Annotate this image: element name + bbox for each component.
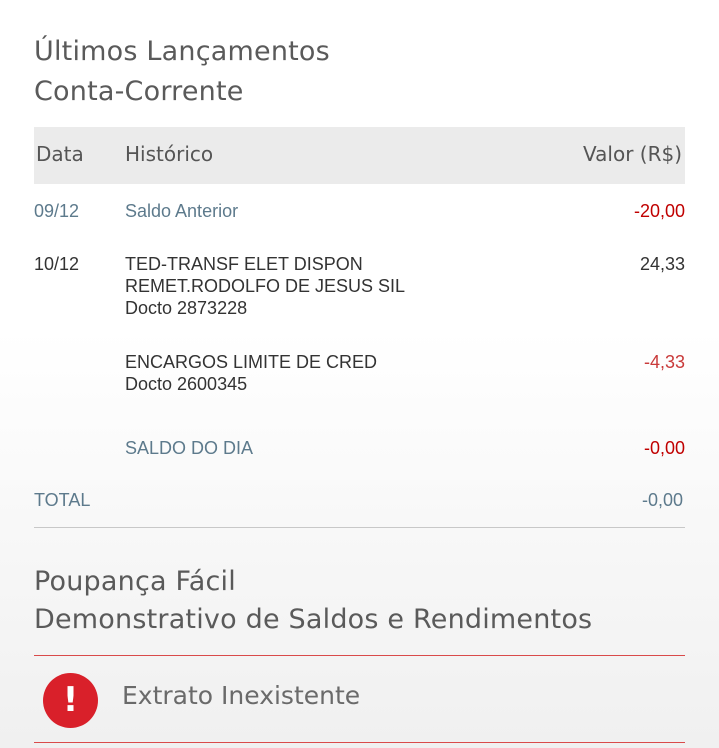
alert-message: Extrato Inexistente (122, 681, 361, 710)
exclamation-icon: ! (43, 673, 98, 728)
row-historico: Saldo Anterior (125, 201, 239, 221)
row-historico-line: Docto 2600345 (125, 374, 248, 394)
divider (34, 527, 685, 528)
row-date: 09/12 (34, 201, 80, 221)
row-historico-line: TED-TRANSF ELET DISPON (125, 254, 363, 274)
conta-title-line2: Conta-Corrente (34, 76, 244, 107)
header-valor: Valor (R$) (583, 142, 682, 166)
header-historico: Histórico (125, 142, 214, 166)
row-date: 10/12 (34, 254, 80, 274)
poupanca-title-line1: Poupança Fácil (34, 566, 236, 597)
row-valor: -0,00 (643, 438, 685, 458)
row-historico-line: REMET.RODOLFO DE JESUS SIL (125, 276, 406, 296)
row-historico-line: ENCARGOS LIMITE DE CRED (125, 352, 378, 372)
divider (34, 742, 685, 743)
poupanca-title-line2: Demonstrativo de Saldos e Rendimentos (34, 604, 593, 635)
row-historico-line: Docto 2873228 (125, 298, 248, 318)
total-label: TOTAL (34, 490, 91, 510)
conta-title-line1: Últimos Lançamentos (34, 36, 330, 67)
divider (34, 655, 685, 656)
row-historico: SALDO DO DIA (125, 438, 254, 458)
header-data: Data (36, 142, 84, 166)
total-valor: -0,00 (641, 490, 683, 510)
table-header: Data Histórico Valor (R$) (34, 127, 685, 184)
row-valor: -20,00 (633, 201, 685, 221)
row-valor: -4,33 (643, 352, 685, 372)
row-valor: 24,33 (639, 254, 685, 274)
